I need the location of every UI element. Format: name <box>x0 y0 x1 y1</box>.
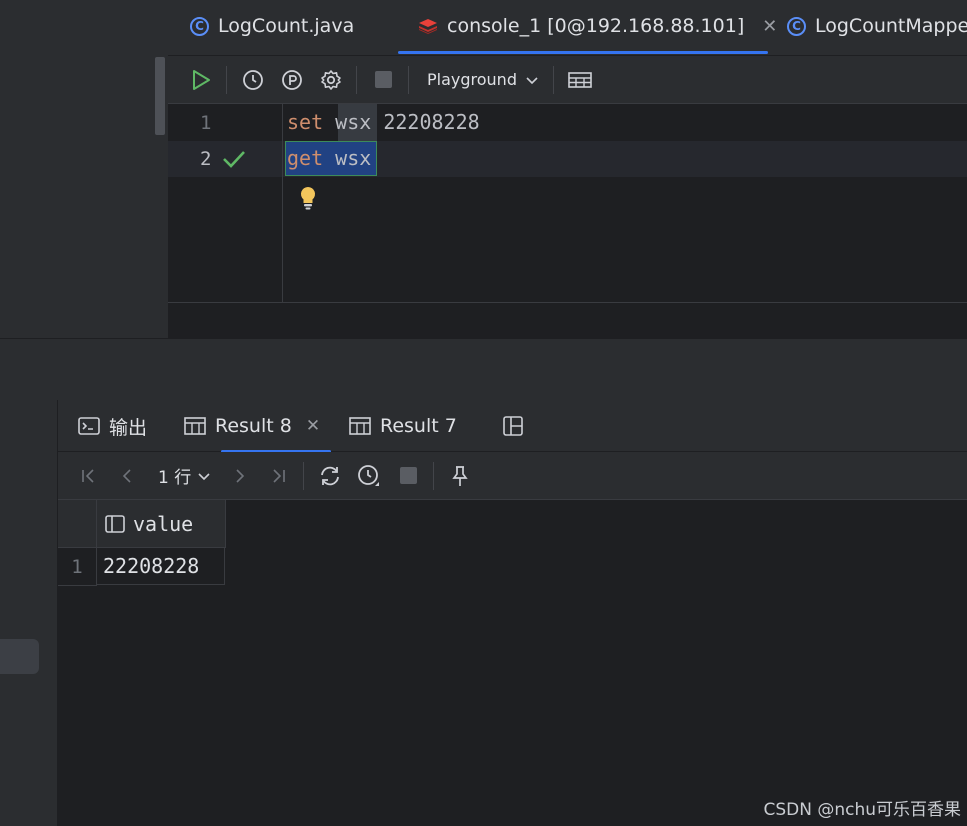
class-c-icon: C <box>190 16 209 36</box>
refresh-button[interactable] <box>317 463 343 489</box>
toolbar-separator <box>552 65 554 94</box>
clock-icon <box>358 464 380 486</box>
active-tab-indicator <box>398 51 768 54</box>
close-tab-icon[interactable]: ✕ <box>762 16 777 37</box>
tab-console-1[interactable]: console_1 [0@192.168.88.101] ✕ <box>418 0 777 52</box>
panel-divider[interactable] <box>0 338 967 402</box>
checkmark-icon <box>223 151 245 168</box>
table-icon <box>184 417 206 435</box>
gutter-divider <box>282 104 283 302</box>
line-number: 1 <box>200 112 212 134</box>
scrollbar-thumb[interactable] <box>155 57 165 135</box>
stop-icon <box>399 467 417 484</box>
last-page-icon <box>273 468 286 483</box>
stop-icon <box>374 71 392 88</box>
run-button[interactable] <box>188 67 214 93</box>
toolbar-separator <box>226 65 227 94</box>
chevron-down-icon <box>198 472 210 480</box>
toolbar-separator <box>408 65 409 94</box>
next-page-button[interactable] <box>227 463 253 489</box>
tab-output[interactable]: 输出 <box>78 401 147 451</box>
history-button[interactable] <box>356 463 382 489</box>
selected-service-item[interactable] <box>0 639 39 674</box>
pin-icon <box>452 465 468 486</box>
layout-toggle-button[interactable] <box>503 401 523 451</box>
chevron-down-icon <box>526 76 538 84</box>
code-line-1: set wsx 22208228 <box>287 110 480 134</box>
editor-tab-bar: C LogCount.java console_1 [0@192.168.88.… <box>168 0 967 56</box>
refresh-icon <box>321 466 340 485</box>
toolbar-separator <box>303 461 305 490</box>
redis-icon <box>419 19 437 34</box>
clock-icon <box>243 69 263 90</box>
grid-corner[interactable] <box>58 500 97 548</box>
column-icon <box>105 514 125 533</box>
terminal-icon <box>78 417 100 435</box>
table-cell[interactable]: 22208228 <box>97 548 225 585</box>
line-number: 2 <box>200 148 212 170</box>
schema-selector[interactable]: Playground <box>427 70 539 89</box>
table-icon <box>568 71 592 88</box>
prev-page-button[interactable] <box>114 463 140 489</box>
chevron-right-icon <box>236 468 245 483</box>
watermark: CSDN @nchu可乐百香果 <box>763 800 961 820</box>
pin-button[interactable] <box>447 463 473 489</box>
first-page-button[interactable] <box>76 463 102 489</box>
last-page-button[interactable] <box>265 463 291 489</box>
column-header-value[interactable]: value <box>97 500 226 548</box>
explain-plan-button[interactable] <box>279 67 305 93</box>
code-line-2: get wsx <box>287 146 372 170</box>
class-c-icon: C <box>787 16 806 36</box>
gear-icon <box>321 69 341 90</box>
p-circle-icon <box>282 69 302 90</box>
play-icon <box>193 69 210 90</box>
settings-button[interactable] <box>318 67 344 93</box>
row-number[interactable]: 1 <box>58 548 97 586</box>
lightbulb-icon[interactable] <box>298 185 318 211</box>
tab-logcount-java[interactable]: C LogCount.java <box>190 0 354 52</box>
toolbar-separator <box>433 461 435 490</box>
table-view-button[interactable] <box>567 67 593 93</box>
tab-logcountmapper[interactable]: C LogCountMappe <box>787 0 967 52</box>
result-tab-bar: 输出 Result 8 ✕ Result 7 <box>58 401 967 453</box>
tab-result-8[interactable]: Result 8 ✕ <box>184 401 320 451</box>
layout-icon <box>503 416 523 436</box>
editor-footer <box>168 303 967 338</box>
services-panel <box>0 400 58 826</box>
toolbar-separator <box>356 65 357 94</box>
project-panel <box>0 0 168 338</box>
close-tab-icon[interactable]: ✕ <box>306 416 320 436</box>
tab-result-7[interactable]: Result 7 <box>349 401 457 451</box>
table-icon <box>349 417 371 435</box>
chevron-left-icon <box>122 468 131 483</box>
page-size-selector[interactable]: 1 行 <box>158 463 211 488</box>
first-page-icon <box>82 468 94 483</box>
history-button[interactable] <box>240 67 266 93</box>
stop-button[interactable] <box>370 67 396 93</box>
stop-button[interactable] <box>395 463 421 489</box>
result-toolbar: 1 行 <box>58 452 967 500</box>
console-toolbar: Playground <box>168 56 967 104</box>
